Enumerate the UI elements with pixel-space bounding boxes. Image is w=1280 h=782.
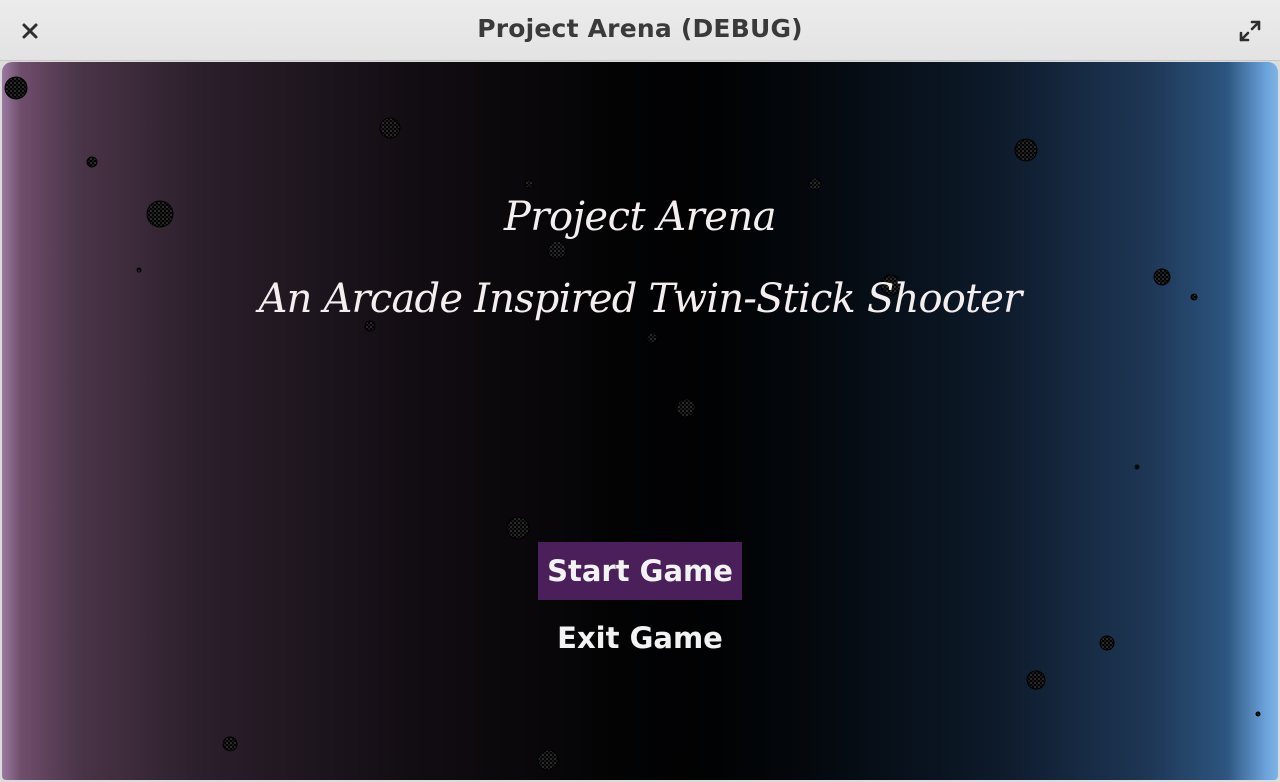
start-game-button[interactable]: Start Game [538,542,742,600]
asteroid [1014,138,1038,162]
asteroid [379,117,401,139]
asteroid [222,736,238,752]
asteroid [537,749,559,771]
exit-game-button[interactable]: Exit Game [538,609,742,667]
game-viewport: Project Arena An Arcade Inspired Twin-St… [2,62,1278,780]
asteroid [524,179,534,189]
game-window: Project Arena (DEBUG) Project Arena An A… [0,0,1280,782]
asteroid [1026,670,1046,690]
asteroid [646,332,658,344]
maximize-button[interactable] [1234,15,1266,47]
asteroid [676,398,696,418]
asteroid [4,76,28,100]
window-title: Project Arena (DEBUG) [477,14,803,43]
asteroid [1255,711,1261,717]
asteroid [506,516,530,540]
title-bar: Project Arena (DEBUG) [0,0,1280,61]
game-subtitle: An Arcade Inspired Twin-Stick Shooter [258,276,1023,322]
asteroid [1134,464,1140,470]
asteroid [808,177,822,191]
asteroid [547,240,567,260]
asteroid [86,156,98,168]
asteroid-field [4,76,1261,771]
asteroid [364,320,376,332]
expand-icon [1239,20,1261,42]
game-title: Project Arena [503,194,777,240]
asteroid [136,267,142,273]
asteroid [1099,635,1115,651]
